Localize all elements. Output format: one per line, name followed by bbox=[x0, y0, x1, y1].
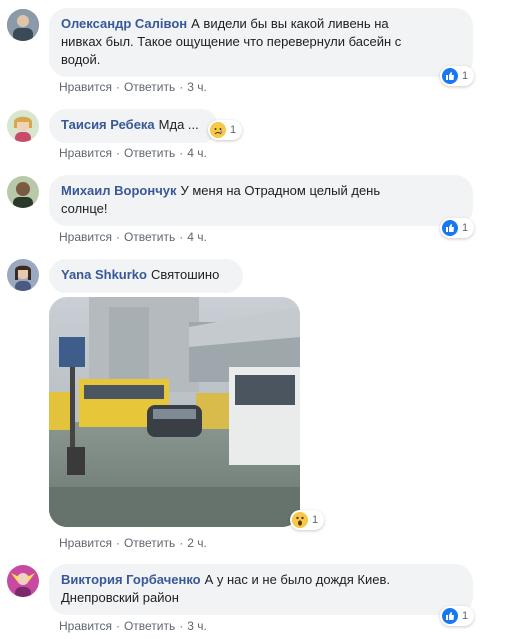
comment-actions: Нравится · Ответить · 4 ч. bbox=[59, 146, 207, 160]
comment-text: Мда ... bbox=[158, 117, 199, 132]
sad-icon bbox=[210, 122, 226, 138]
reply-button[interactable]: Ответить bbox=[124, 619, 175, 633]
separator: · bbox=[179, 80, 184, 94]
comment-text: А у нас и не было дождя Киев. bbox=[204, 572, 390, 587]
comment-text: У меня на Отрадном целый день bbox=[180, 183, 381, 198]
avatar[interactable] bbox=[7, 9, 39, 41]
comment-author[interactable]: Олександр Салівон bbox=[61, 16, 187, 31]
like-icon bbox=[442, 68, 458, 84]
comment-timestamp[interactable]: 3 ч. bbox=[187, 80, 207, 94]
comment-bubble: Михаил Ворончук У меня на Отрадном целый … bbox=[49, 175, 473, 226]
comment-bubble: Олександр Салівон А видели бы вы какой ли… bbox=[49, 8, 473, 77]
separator: · bbox=[115, 80, 120, 94]
reply-button[interactable]: Ответить bbox=[124, 230, 175, 244]
separator: · bbox=[179, 230, 184, 244]
comment-author[interactable]: Yana Shkurko bbox=[61, 267, 147, 282]
avatar[interactable] bbox=[7, 110, 39, 142]
separator: · bbox=[115, 230, 120, 244]
comment-author[interactable]: Виктория Горбаченко bbox=[61, 572, 201, 587]
comment-actions: Нравится · Ответить · 3 ч. bbox=[59, 619, 207, 633]
like-icon bbox=[442, 608, 458, 624]
reaction-count[interactable]: 1 bbox=[440, 66, 475, 86]
comment-text: Днепровский район bbox=[61, 590, 179, 605]
like-button[interactable]: Нравится bbox=[59, 80, 112, 94]
comment-bubble: Виктория Горбаченко А у нас и не было дож… bbox=[49, 564, 473, 615]
comment-bubble: Yana Shkurko Святошино bbox=[49, 259, 243, 293]
reaction-count-value: 1 bbox=[462, 70, 469, 82]
wow-icon bbox=[292, 512, 308, 528]
comment-timestamp[interactable]: 2 ч. bbox=[187, 536, 207, 550]
comment-timestamp[interactable]: 3 ч. bbox=[187, 619, 207, 633]
reply-button[interactable]: Ответить bbox=[124, 146, 175, 160]
reaction-count[interactable]: 1 bbox=[290, 510, 325, 530]
comment-text: водой. bbox=[61, 52, 101, 67]
separator: · bbox=[115, 536, 120, 550]
like-button[interactable]: Нравится bbox=[59, 536, 112, 550]
reaction-count-value: 1 bbox=[462, 222, 469, 234]
like-button[interactable]: Нравится bbox=[59, 230, 112, 244]
comment-actions: Нравится · Ответить · 4 ч. bbox=[59, 230, 207, 244]
comment-actions: Нравится · Ответить · 3 ч. bbox=[59, 80, 207, 94]
avatar[interactable] bbox=[7, 176, 39, 208]
like-icon bbox=[442, 220, 458, 236]
separator: · bbox=[179, 619, 184, 633]
separator: · bbox=[179, 536, 184, 550]
comment-bubble: Таисия Ребека Мда ... bbox=[49, 109, 218, 143]
reply-button[interactable]: Ответить bbox=[124, 80, 175, 94]
comment-text: Святошино bbox=[150, 267, 220, 282]
comment-text: нивках был. Такое ощущение что переверну… bbox=[61, 34, 402, 49]
separator: · bbox=[115, 619, 120, 633]
reaction-count[interactable]: 1 bbox=[208, 120, 243, 140]
separator: · bbox=[179, 146, 184, 160]
comment-author[interactable]: Михаил Ворончук bbox=[61, 183, 177, 198]
reply-button[interactable]: Ответить bbox=[124, 536, 175, 550]
reaction-count-value: 1 bbox=[462, 610, 469, 622]
comment-timestamp[interactable]: 4 ч. bbox=[187, 146, 207, 160]
comment-text: А видели бы вы какой ливень на bbox=[191, 16, 389, 31]
comment-author[interactable]: Таисия Ребека bbox=[61, 117, 155, 132]
avatar[interactable] bbox=[7, 565, 39, 597]
comment-photo[interactable] bbox=[49, 297, 300, 527]
comment-actions: Нравится · Ответить · 2 ч. bbox=[59, 536, 207, 550]
reaction-count-value: 1 bbox=[312, 514, 319, 526]
avatar[interactable] bbox=[7, 259, 39, 291]
reaction-count[interactable]: 1 bbox=[440, 606, 475, 626]
reaction-count[interactable]: 1 bbox=[440, 218, 475, 238]
like-button[interactable]: Нравится bbox=[59, 619, 112, 633]
separator: · bbox=[115, 146, 120, 160]
reaction-count-value: 1 bbox=[230, 124, 237, 136]
like-button[interactable]: Нравится bbox=[59, 146, 112, 160]
comment-timestamp[interactable]: 4 ч. bbox=[187, 230, 207, 244]
comment-text: солнце! bbox=[61, 201, 108, 216]
